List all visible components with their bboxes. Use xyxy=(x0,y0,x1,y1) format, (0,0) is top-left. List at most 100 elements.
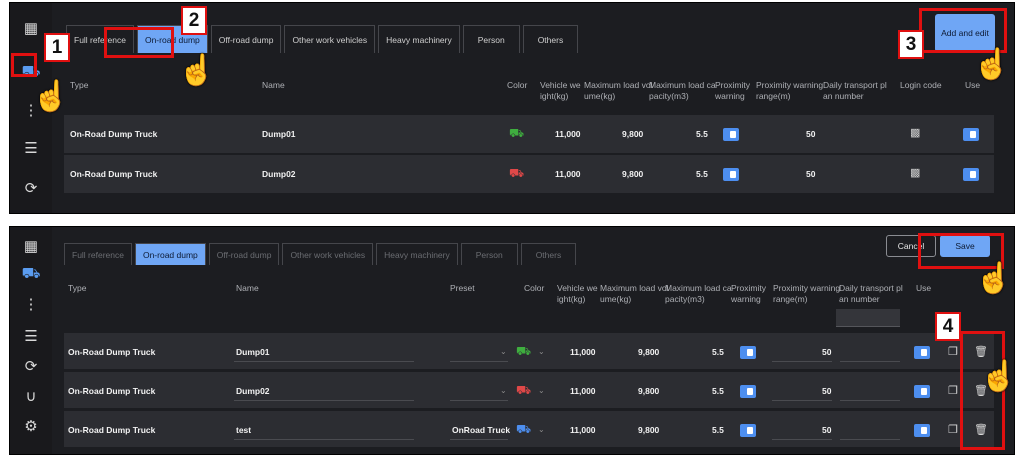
pointer-hand-icon: ☝ xyxy=(32,80,70,113)
row-capacity: 5.5 xyxy=(696,129,708,139)
row-capacity[interactable]: 5.5 xyxy=(712,386,724,397)
row-weight: 11,000 xyxy=(555,129,581,139)
truck-color-icon[interactable]: ⛟ xyxy=(516,384,531,396)
tab-others[interactable]: Others xyxy=(522,25,579,53)
use-toggle[interactable] xyxy=(914,424,930,437)
tab-others[interactable]: Others xyxy=(520,243,577,265)
header-color: Color xyxy=(507,80,528,90)
proximity-toggle[interactable] xyxy=(740,346,756,359)
chevron-down-icon[interactable]: ⌄ xyxy=(538,425,545,434)
use-toggle[interactable] xyxy=(963,168,979,181)
daily-transport-filter-input[interactable] xyxy=(836,309,900,327)
row-volume[interactable]: 9,800 xyxy=(638,347,659,358)
vehicle-edit-panel: ▦ ⛟ ⋮ ☰ ⟳ ∪ ⚙ Full reference On-road dum… xyxy=(9,226,1015,455)
row-volume[interactable]: 9,800 xyxy=(638,386,659,397)
use-toggle[interactable] xyxy=(914,385,930,398)
proximity-toggle[interactable] xyxy=(740,385,756,398)
header-type: Type xyxy=(70,80,89,90)
copy-icon[interactable]: ❐ xyxy=(948,423,958,436)
row-name-input[interactable]: Dump02 xyxy=(236,386,270,397)
qr-code-icon[interactable]: ▩ xyxy=(910,126,920,139)
row-volume[interactable]: 9,800 xyxy=(638,425,659,436)
name-underline xyxy=(234,439,414,440)
history-icon[interactable]: ⟳ xyxy=(10,171,52,205)
row-capacity[interactable]: 5.5 xyxy=(712,425,724,436)
range-underline xyxy=(772,400,832,401)
copy-icon[interactable]: ❐ xyxy=(948,384,958,397)
row-weight[interactable]: 11,000 xyxy=(570,425,596,436)
pointer-hand-icon: ☝ xyxy=(980,360,1018,393)
chevron-down-icon[interactable]: ⌄ xyxy=(500,386,507,395)
row-range: 50 xyxy=(806,129,816,139)
row-type: On-Road Dump Truck xyxy=(68,347,156,357)
header-vehicle-weight: Vehicle we ight(kg) xyxy=(540,80,581,101)
name-underline xyxy=(234,400,414,401)
row-type: On-Road Dump Truck xyxy=(68,386,156,396)
tab-heavy-machinery[interactable]: Heavy machinery xyxy=(378,25,460,53)
chevron-down-icon[interactable]: ⌄ xyxy=(538,386,545,395)
header-name: Name xyxy=(236,283,259,293)
list-icon[interactable]: ☰ xyxy=(10,319,52,353)
range-underline xyxy=(772,439,832,440)
route-icon[interactable]: ⋮ xyxy=(10,287,52,321)
chevron-down-icon[interactable]: ⌄ xyxy=(500,347,507,356)
step1-badge: 1 xyxy=(44,33,70,62)
row-range[interactable]: 50 xyxy=(822,425,831,436)
row-type: On-Road Dump Truck xyxy=(70,169,158,179)
row-type: On-Road Dump Truck xyxy=(68,425,156,435)
row-weight[interactable]: 11,000 xyxy=(570,386,596,397)
copy-icon[interactable]: ❐ xyxy=(948,345,958,358)
row-capacity[interactable]: 5.5 xyxy=(712,347,724,358)
route-edit-icon[interactable]: ∪ xyxy=(10,379,52,413)
row-name-input[interactable]: test xyxy=(236,425,251,436)
header-max-load-volume: Maximum load vol ume(kg) xyxy=(584,80,653,101)
header-proximity-warning: Proximity warning xyxy=(715,80,750,101)
table-row[interactable] xyxy=(64,155,994,193)
row-capacity: 5.5 xyxy=(696,169,708,179)
tab-on-road-dump[interactable]: On-road dump xyxy=(134,243,206,265)
pointer-hand-icon: ☝ xyxy=(973,48,1011,81)
tab-person[interactable]: Person xyxy=(460,243,518,265)
history-icon[interactable]: ⟳ xyxy=(10,349,52,383)
qr-code-icon[interactable]: ▩ xyxy=(910,166,920,179)
row-volume: 9,800 xyxy=(622,129,644,139)
step1-highlight xyxy=(11,53,37,77)
proximity-toggle[interactable] xyxy=(723,168,739,181)
pointer-hand-icon: ☝ xyxy=(975,262,1013,295)
truck-color-icon[interactable]: ⛟ xyxy=(516,423,531,435)
table-row[interactable] xyxy=(64,115,994,153)
header-proximity-range: Proximity warning range(m) xyxy=(756,80,824,101)
proximity-toggle[interactable] xyxy=(723,128,739,141)
tab-off-road-dump[interactable]: Off-road dump xyxy=(208,243,280,265)
tab-off-road-dump[interactable]: Off-road dump xyxy=(210,25,282,53)
row-volume: 9,800 xyxy=(622,169,644,179)
row-range[interactable]: 50 xyxy=(822,347,831,358)
tab-other-work-vehicles[interactable]: Other work vehicles xyxy=(284,25,376,53)
preset-underline xyxy=(450,439,508,440)
list-icon[interactable]: ☰ xyxy=(10,131,52,165)
truck-color-icon[interactable]: ⛟ xyxy=(516,345,531,357)
use-toggle[interactable] xyxy=(914,346,930,359)
row-name-input[interactable]: Dump01 xyxy=(236,347,270,358)
tab-person[interactable]: Person xyxy=(462,25,520,53)
header-vehicle-weight: Vehicle we ight(kg) xyxy=(557,283,598,304)
settings-icon[interactable]: ⚙ xyxy=(10,409,52,443)
row-range[interactable]: 50 xyxy=(822,386,831,397)
header-preset: Preset xyxy=(450,283,475,293)
row-weight[interactable]: 11,000 xyxy=(570,347,596,358)
header-daily-transport: Daily transport pl an number xyxy=(839,283,903,304)
use-toggle[interactable] xyxy=(963,128,979,141)
header-use: Use xyxy=(916,283,932,293)
tab-heavy-machinery[interactable]: Heavy machinery xyxy=(376,243,458,265)
proximity-toggle[interactable] xyxy=(740,424,756,437)
header-login-code: Login code xyxy=(900,80,942,90)
vehicle-icon[interactable]: ⛟ xyxy=(10,257,52,291)
tab-full-reference[interactable]: Full reference xyxy=(64,243,132,265)
row-name: Dump01 xyxy=(262,129,296,139)
tab-other-work-vehicles[interactable]: Other work vehicles xyxy=(282,243,374,265)
chevron-down-icon[interactable]: ⌄ xyxy=(500,425,507,434)
chevron-down-icon[interactable]: ⌄ xyxy=(538,347,545,356)
step4-badge: 4 xyxy=(935,312,961,341)
header-use: Use xyxy=(965,80,981,90)
daily-underline xyxy=(840,361,900,362)
